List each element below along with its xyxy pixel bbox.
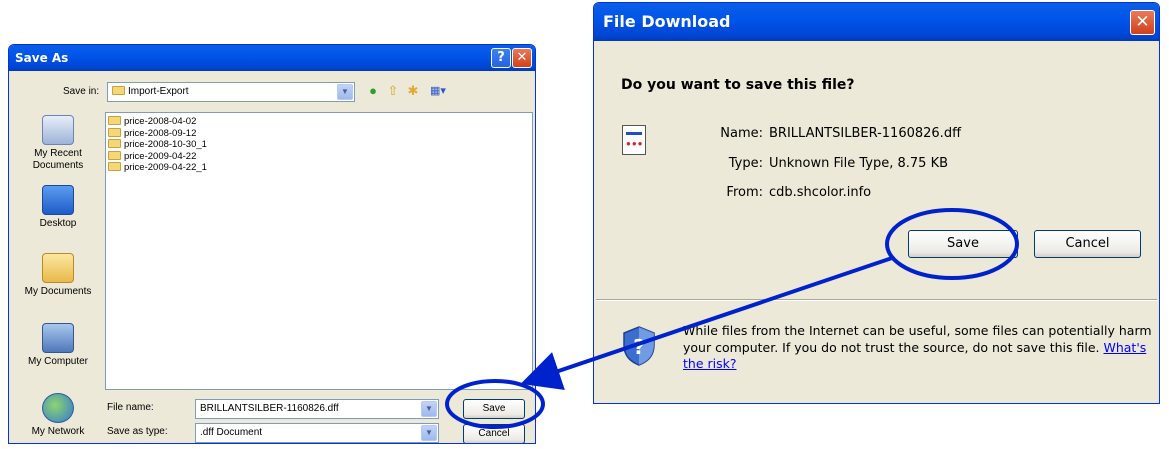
chevron-down-icon[interactable]: ▼ — [421, 425, 437, 441]
svg-text:?: ? — [633, 335, 645, 359]
list-item[interactable]: price-2008-04-02 — [108, 116, 532, 128]
save-as-save-button[interactable]: Save — [463, 399, 525, 419]
my-documents-icon — [42, 253, 74, 283]
divider — [596, 299, 1157, 301]
save-as-type-value: .dff Document — [200, 427, 263, 438]
folder-icon — [108, 116, 121, 125]
place-my-computer[interactable]: My Computer — [15, 323, 101, 368]
type-value: Unknown File Type, 8.75 KB — [769, 156, 949, 171]
place-label: My Recent Documents — [32, 148, 84, 171]
save-as-title: Save As — [15, 51, 69, 65]
chevron-down-icon[interactable]: ▼ — [421, 401, 437, 417]
security-shield-icon: ? — [623, 326, 655, 366]
place-label: My Network — [31, 426, 85, 437]
from-value: cdb.shcolor.info — [769, 185, 872, 200]
unknown-file-icon: ●●● — [622, 125, 646, 155]
from-label: From: — [726, 185, 763, 200]
folder-icon — [108, 162, 121, 171]
file-download-title: File Download — [603, 12, 731, 31]
save-in-value: Import-Export — [128, 86, 189, 97]
list-item[interactable]: price-2009-04-22_1 — [108, 162, 532, 174]
download-cancel-button[interactable]: Cancel — [1034, 230, 1141, 258]
save-as-titlebar[interactable]: Save As — [9, 45, 535, 71]
place-label: Desktop — [39, 218, 77, 229]
download-question: Do you want to save this file? — [621, 77, 855, 93]
recent-documents-icon — [42, 115, 74, 145]
file-name: price-2008-09-12 — [124, 127, 197, 139]
help-button[interactable]: ? — [491, 48, 511, 68]
my-computer-icon — [42, 323, 74, 353]
file-name-label: File name: — [107, 402, 154, 413]
list-item[interactable]: price-2008-10-30_1 — [108, 139, 532, 151]
file-list[interactable]: price-2008-04-02 price-2008-09-12 price-… — [105, 112, 533, 390]
file-name: price-2008-10-30_1 — [124, 139, 207, 150]
desktop-icon — [42, 185, 74, 215]
folder-icon — [108, 127, 121, 137]
type-label: Type: — [728, 156, 763, 171]
place-label: My Documents — [24, 286, 92, 297]
security-warning: While files from the Internet can be use… — [683, 323, 1153, 373]
file-name: price-2009-04-22_1 — [124, 162, 207, 173]
place-my-recent-documents[interactable]: My Recent Documents — [15, 115, 101, 172]
places-bar: My Recent Documents Desktop My Documents… — [15, 111, 101, 441]
list-item[interactable]: price-2009-04-22 — [108, 150, 532, 163]
folder-icon — [112, 86, 125, 95]
file-download-titlebar[interactable]: File Download — [594, 3, 1159, 41]
save-in-label: Save in: — [63, 86, 100, 97]
save-as-type-dropdown[interactable]: .dff Document ▼ — [195, 423, 439, 443]
folder-icon — [108, 139, 121, 148]
save-as-close-button[interactable]: ✕ — [512, 48, 532, 68]
folder-icon — [108, 150, 121, 160]
file-download-dialog: File Download ✕ Do you want to save this… — [593, 2, 1160, 404]
up-folder-icon[interactable]: ⇧ — [385, 83, 401, 99]
file-name-field[interactable]: BRILLANTSILBER-1160826.dff ▼ — [195, 399, 439, 419]
file-name-value: BRILLANTSILBER-1160826.dff — [200, 403, 339, 414]
my-network-icon — [42, 393, 74, 423]
views-menu-icon[interactable]: ▦▾ — [427, 83, 449, 99]
place-my-network[interactable]: My Network — [15, 393, 101, 438]
file-download-close-button[interactable]: ✕ — [1130, 10, 1155, 35]
save-as-dialog: Save As ? ✕ Save in: Import-Export ▼ ● ⇧… — [8, 44, 536, 444]
file-name: price-2009-04-22 — [124, 150, 197, 162]
warning-text: While files from the Internet can be use… — [683, 323, 1152, 355]
place-desktop[interactable]: Desktop — [15, 185, 101, 230]
list-item[interactable]: price-2008-09-12 — [108, 127, 532, 140]
name-value: BRILLANTSILBER-1160826.dff — [769, 126, 962, 141]
chevron-down-icon[interactable]: ▼ — [337, 84, 353, 100]
place-my-documents[interactable]: My Documents — [15, 253, 101, 298]
name-label: Name: — [720, 126, 763, 141]
back-icon[interactable]: ● — [365, 83, 381, 99]
save-as-type-label: Save as type: — [107, 426, 168, 437]
new-folder-icon[interactable]: ✱ — [405, 83, 421, 99]
file-name: price-2008-04-02 — [124, 116, 197, 127]
save-as-cancel-button[interactable]: Cancel — [463, 424, 525, 443]
save-in-dropdown[interactable]: Import-Export ▼ — [107, 82, 355, 102]
place-label: My Computer — [27, 356, 88, 367]
download-save-button[interactable]: Save — [908, 230, 1018, 258]
